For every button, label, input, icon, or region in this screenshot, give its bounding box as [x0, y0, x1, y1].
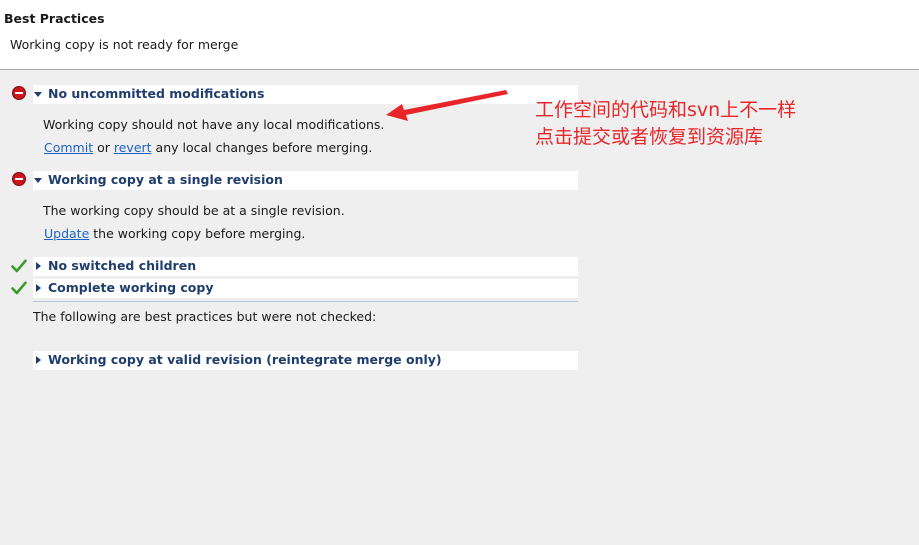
chevron-right-icon[interactable]	[36, 356, 41, 364]
action-rest-text: any local changes before merging.	[155, 140, 373, 155]
commit-link[interactable]: Commit	[44, 140, 93, 155]
check-title-complete-working-copy[interactable]: Complete working copy	[48, 280, 214, 295]
check-title-valid-revision[interactable]: Working copy at valid revision (reintegr…	[48, 352, 442, 367]
check-description-single-revision: The working copy should be at a single r…	[43, 203, 345, 218]
update-link[interactable]: Update	[44, 226, 89, 241]
check-description-uncommitted: Working copy should not have any local m…	[43, 117, 385, 132]
annotation-line-2: 点击提交或者恢复到资源库	[535, 126, 764, 148]
chevron-right-icon[interactable]	[36, 262, 41, 270]
check-title-switched-children[interactable]: No switched children	[48, 258, 196, 273]
page-title: Best Practices	[4, 11, 105, 26]
best-practices-header: Best Practices Working copy is not ready…	[0, 0, 919, 70]
unchecked-intro-text: The following are best practices but wer…	[33, 309, 377, 324]
divider	[33, 301, 578, 302]
check-action-single-revision: Update the working copy before merging.	[44, 226, 305, 241]
error-icon	[12, 172, 26, 186]
action-rest-text: the working copy before merging.	[93, 226, 306, 241]
check-title-uncommitted[interactable]: No uncommitted modifications	[48, 86, 264, 101]
annotation-arrow-icon	[386, 90, 508, 121]
annotation-line-1: 工作空间的代码和svn上不一样	[535, 99, 797, 121]
checkmark-icon	[11, 281, 27, 295]
check-title-single-revision[interactable]: Working copy at a single revision	[48, 172, 283, 187]
error-icon	[12, 86, 26, 100]
revert-link[interactable]: revert	[114, 140, 152, 155]
chevron-down-icon[interactable]	[34, 92, 42, 97]
checkmark-icon	[11, 259, 27, 273]
merge-status-text: Working copy is not ready for merge	[10, 37, 239, 52]
chevron-right-icon[interactable]	[36, 284, 41, 292]
chevron-down-icon[interactable]	[34, 178, 42, 183]
or-text: or	[97, 140, 110, 155]
check-action-uncommitted: Commit or revert any local changes befor…	[44, 140, 372, 155]
